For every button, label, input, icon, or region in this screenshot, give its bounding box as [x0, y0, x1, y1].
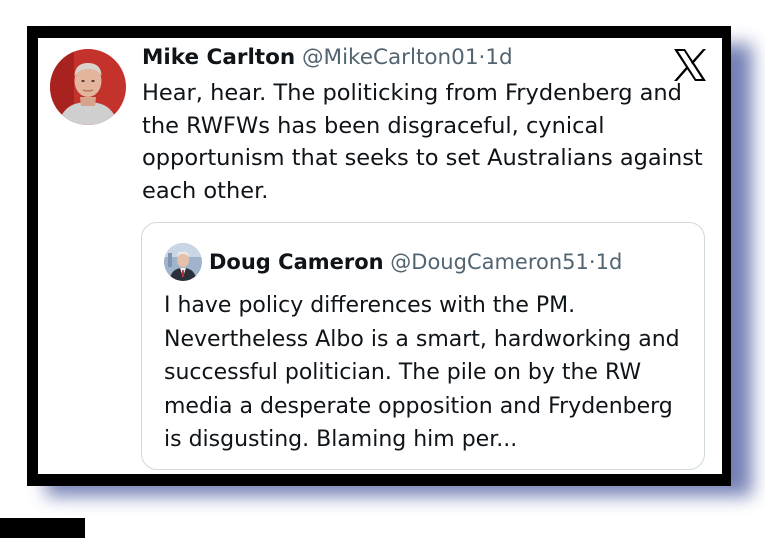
tweet-timestamp[interactable]: 1d	[485, 45, 512, 70]
quoted-author-name[interactable]: Doug Cameron	[209, 250, 384, 274]
quoted-meta-separator: ·	[588, 250, 596, 274]
quoted-author-avatar[interactable]	[164, 243, 202, 281]
quoted-tweet-text: I have policy differences with the PM. N…	[164, 293, 680, 452]
screenshot-canvas: Mike Carlton @MikeCarlton01·1d Hear, hea…	[0, 0, 765, 538]
tweet-text: Hear, hear. The politicking from Frydenb…	[142, 80, 703, 204]
author-name[interactable]: Mike Carlton	[142, 45, 295, 70]
tweet-header: Mike Carlton @MikeCarlton01·1d	[142, 43, 513, 73]
author-handle[interactable]: @MikeCarlton01	[302, 45, 479, 70]
tweet-card[interactable]: Mike Carlton @MikeCarlton01·1d Hear, hea…	[38, 38, 722, 474]
quoted-author-handle[interactable]: @DougCameron51	[390, 250, 589, 274]
corner-black-block	[0, 518, 85, 538]
quoted-tweet[interactable]: Doug Cameron @DougCameron51·1d I have po…	[141, 222, 705, 470]
author-avatar[interactable]	[50, 49, 126, 125]
quoted-tweet-header: Doug Cameron @DougCameron51·1d	[209, 247, 622, 277]
quoted-tweet-timestamp[interactable]: 1d	[596, 250, 623, 274]
